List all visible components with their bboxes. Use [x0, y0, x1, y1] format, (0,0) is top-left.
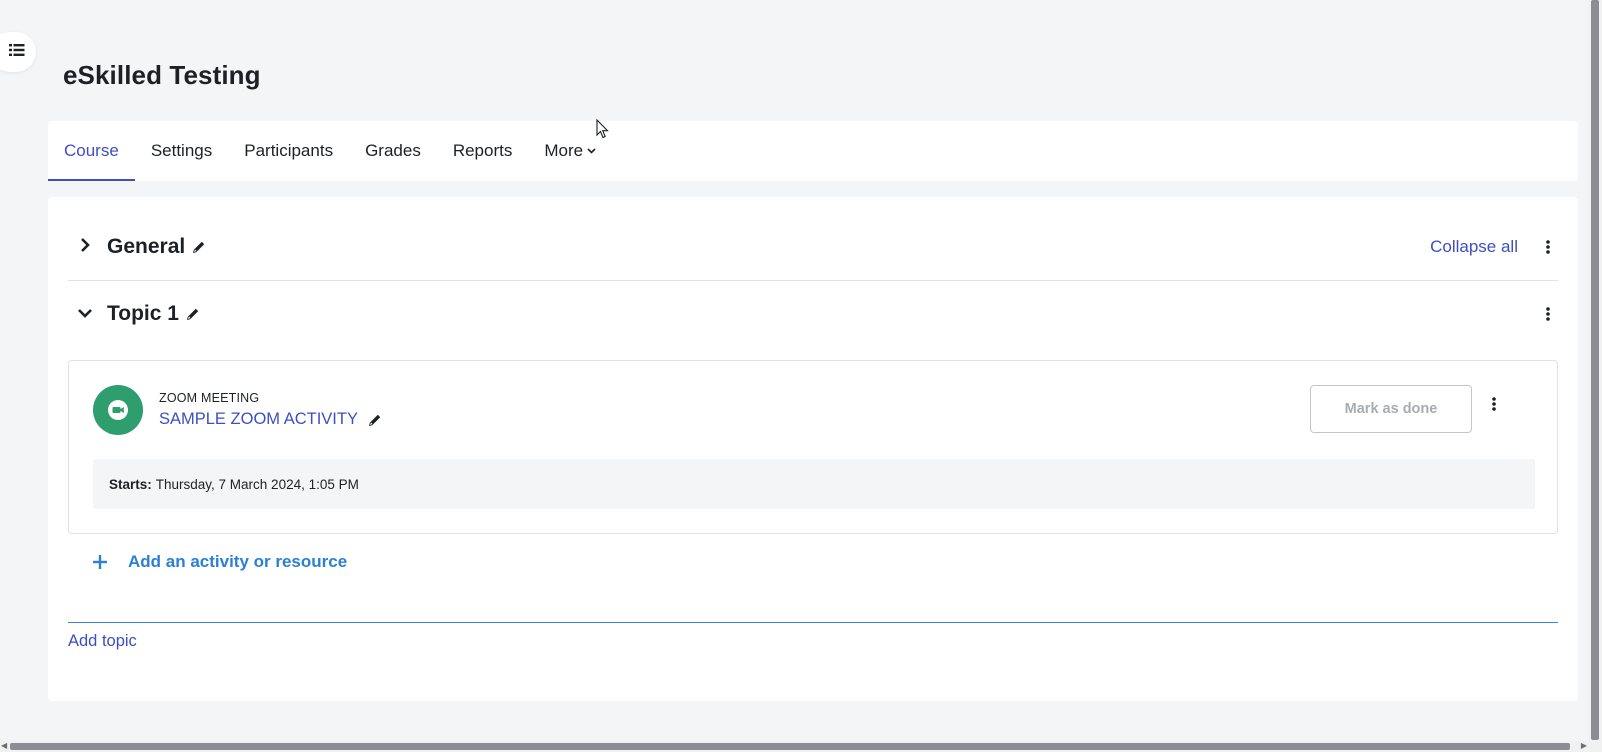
section-general-header: General Collapse all [68, 230, 1558, 264]
mark-as-done-button[interactable]: Mark as done [1310, 385, 1472, 433]
video-camera-icon [93, 385, 143, 435]
chevron-down-icon [587, 148, 596, 154]
add-activity-button[interactable]: Add an activity or resource [88, 552, 347, 572]
scroll-right-arrow-icon[interactable]: ▶ [1581, 741, 1587, 751]
section-collapse-toggle[interactable] [68, 297, 102, 331]
section-divider [68, 280, 1558, 281]
tab-reports[interactable]: Reports [437, 121, 529, 181]
add-activity-label: Add an activity or resource [128, 552, 348, 571]
kebab-menu-icon[interactable] [1484, 391, 1504, 417]
horizontal-scroll-thumb[interactable] [10, 743, 1570, 750]
scroll-left-arrow-icon[interactable]: ◀ [1, 741, 7, 751]
list-icon [9, 43, 25, 62]
tab-grades[interactable]: Grades [349, 121, 437, 181]
tab-label: More [544, 141, 584, 160]
tab-label: Course [64, 141, 119, 160]
pencil-icon[interactable] [368, 413, 382, 427]
activity-name-link[interactable]: SAMPLE ZOOM ACTIVITY [159, 410, 382, 429]
mouse-cursor-icon [596, 118, 610, 144]
chevron-down-icon [77, 305, 93, 323]
vertical-scrollbar[interactable] [1588, 0, 1602, 752]
activity-dates: Starts: Thursday, 7 March 2024, 1:05 PM [93, 459, 1535, 509]
horizontal-scrollbar[interactable]: ◀ ▶ [0, 740, 1588, 752]
kebab-menu-icon[interactable] [1538, 234, 1558, 260]
section-title-general[interactable]: General [107, 235, 185, 259]
starts-label: Starts: [109, 476, 152, 492]
section-topic1-header: Topic 1 [68, 297, 1558, 331]
page-title: eSkilled Testing [63, 60, 261, 90]
section-expand-toggle[interactable] [68, 230, 102, 264]
activity-name-text: SAMPLE ZOOM ACTIVITY [159, 410, 358, 428]
pencil-icon[interactable] [186, 307, 200, 321]
tab-label: Reports [452, 141, 513, 160]
kebab-menu-icon[interactable] [1538, 301, 1558, 327]
section-title-topic1[interactable]: Topic 1 [107, 302, 179, 326]
section-insert-line [68, 622, 1558, 623]
tab-label: Grades [365, 141, 421, 160]
tab-course[interactable]: Course [48, 121, 135, 181]
tab-label: Settings [150, 141, 213, 160]
starts-value: Thursday, 7 March 2024, 1:05 PM [155, 476, 359, 492]
pencil-icon[interactable] [192, 240, 206, 254]
collapse-all-link[interactable]: Collapse all [1430, 237, 1518, 257]
activity-card: ZOOM MEETING SAMPLE ZOOM ACTIVITY Mark a… [68, 360, 1558, 534]
tab-settings[interactable]: Settings [135, 121, 228, 181]
secondary-navigation: Course Settings Participants Grades Repo… [48, 121, 1578, 181]
course-index-toggle[interactable] [0, 32, 36, 72]
course-content: General Collapse all Topic 1 ZOOM MEETIN… [48, 197, 1578, 701]
activity-type-label: ZOOM MEETING [159, 391, 260, 405]
chevron-right-icon [80, 237, 90, 258]
tab-participants[interactable]: Participants [228, 121, 349, 181]
add-topic-link[interactable]: Add topic [68, 632, 137, 651]
vertical-scroll-thumb[interactable] [1591, 0, 1599, 740]
tab-label: Participants [244, 141, 334, 160]
plus-icon [88, 555, 112, 569]
